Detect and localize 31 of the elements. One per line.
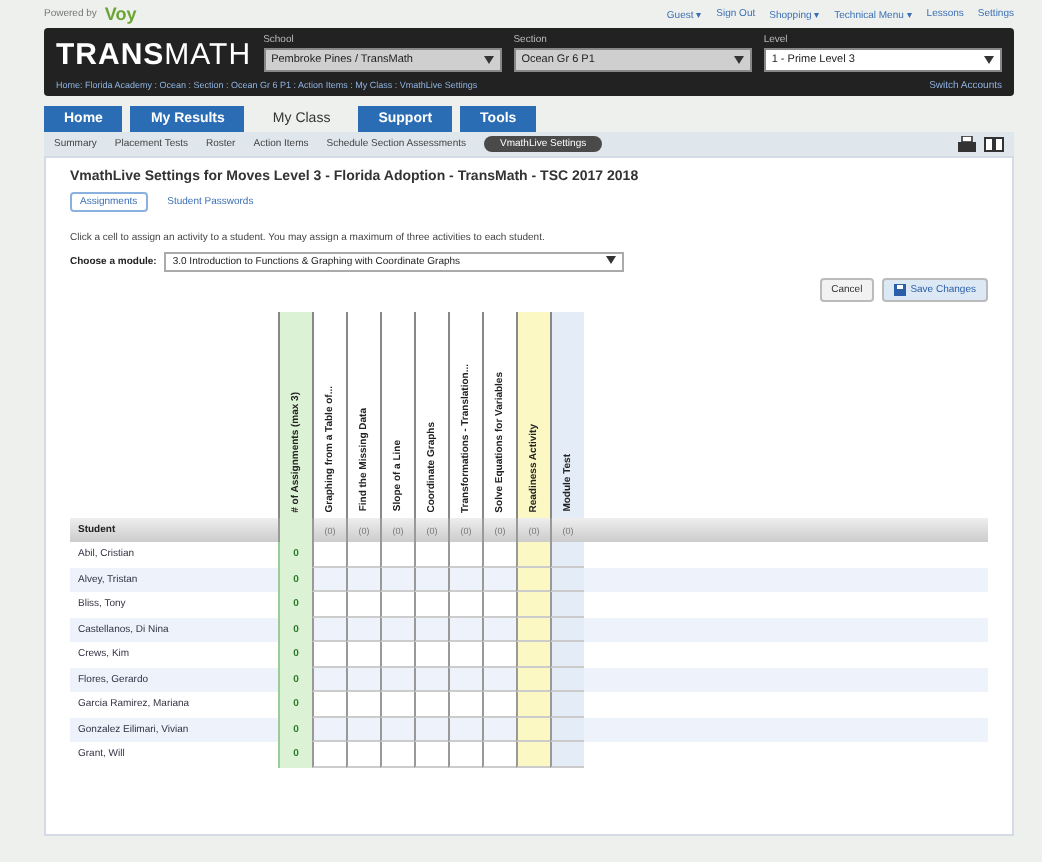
assignment-cell[interactable] (550, 742, 584, 767)
assignment-cell[interactable] (516, 692, 550, 717)
assignment-cell[interactable] (516, 642, 550, 667)
assignment-cell[interactable] (516, 542, 550, 567)
caret-icon (606, 256, 617, 264)
assignment-cell[interactable] (550, 667, 584, 692)
assignment-cell[interactable] (550, 642, 584, 667)
assignment-cell[interactable] (516, 567, 550, 592)
assignment-cell[interactable] (550, 567, 584, 592)
caret-icon (483, 56, 494, 64)
assignment-cell[interactable] (516, 592, 550, 617)
assignment-cell[interactable] (414, 742, 448, 767)
assignment-cell[interactable] (380, 742, 414, 767)
logo: TRANSMATH (56, 38, 252, 72)
assignment-cell[interactable] (550, 592, 584, 617)
assignment-cell[interactable] (448, 742, 482, 767)
assignment-cell[interactable] (550, 717, 584, 742)
assignment-cell[interactable] (516, 617, 550, 642)
assignment-cell[interactable] (550, 692, 584, 717)
brand-logo: Voy (104, 4, 137, 24)
assignment-cell[interactable] (312, 742, 346, 767)
assignment-cell[interactable] (346, 742, 380, 767)
book-icon[interactable] (984, 136, 1004, 152)
assignment-cell[interactable] (550, 542, 584, 567)
caret-icon (983, 56, 994, 64)
assignment-cell[interactable] (516, 742, 550, 767)
print-icon[interactable] (958, 136, 976, 152)
caret-icon (733, 56, 744, 64)
assignment-cell[interactable] (516, 717, 550, 742)
assignment-cell[interactable] (516, 667, 550, 692)
assignment-cell[interactable] (550, 617, 584, 642)
